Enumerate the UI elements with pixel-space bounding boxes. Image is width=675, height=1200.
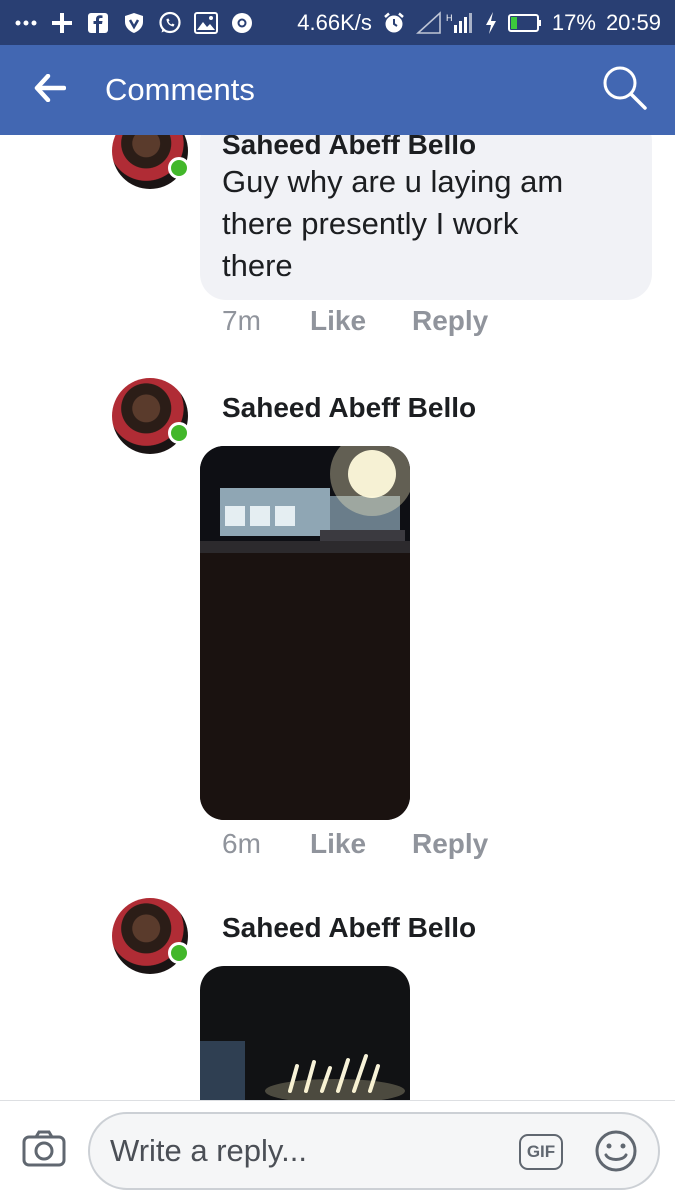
vpn-shield-icon [122, 11, 146, 35]
battery-icon [507, 11, 542, 35]
arrow-left-icon [34, 73, 67, 107]
reply-input[interactable] [110, 1132, 500, 1169]
back-button[interactable] [0, 45, 100, 135]
comment-actions: 7m Like Reply [222, 305, 488, 337]
battery-percent: 17% [551, 9, 596, 35]
more-icon [14, 11, 38, 35]
like-button[interactable]: Like [310, 828, 412, 860]
online-indicator [168, 422, 190, 444]
status-bar-right: 4.66K/s H 17% 20:59 [297, 10, 661, 36]
comment-time: 7m [222, 305, 261, 336]
alarm-icon [382, 11, 406, 35]
reply-button[interactable]: Reply [412, 305, 488, 337]
camera-button[interactable] [0, 1101, 88, 1200]
comment-text-line-1: Guy why are u laying am [222, 164, 564, 199]
comment-actions: 6m Like Reply [222, 828, 488, 860]
reply-button[interactable]: Reply [412, 828, 488, 860]
comment-author[interactable]: Saheed Abeff Bello [222, 392, 476, 424]
avatar[interactable] [112, 898, 190, 974]
app-bar: Comments [0, 45, 675, 135]
comment-time: 6m [222, 828, 261, 859]
facebook-icon [86, 11, 110, 35]
page-title: Comments [105, 72, 255, 107]
avatar[interactable] [112, 378, 190, 454]
comment-bubble[interactable]: Saheed Abeff Bello Guy why are u laying … [200, 135, 652, 300]
night-photo-image [200, 446, 410, 820]
smiley-icon [594, 1130, 638, 1177]
chrome-icon [230, 11, 254, 35]
comment-photo[interactable] [200, 966, 410, 1100]
svg-text:H: H [446, 13, 453, 23]
comments-list[interactable]: Saheed Abeff Bello Guy why are u laying … [0, 135, 675, 1100]
search-icon [602, 65, 648, 116]
charging-icon [484, 11, 498, 35]
comment-photo[interactable] [200, 446, 410, 820]
online-indicator [168, 157, 190, 179]
emoji-button[interactable] [594, 1129, 638, 1173]
whatsapp-icon [158, 11, 182, 35]
search-button[interactable] [575, 45, 675, 135]
comment-author[interactable]: Saheed Abeff Bello [222, 135, 630, 161]
gif-button[interactable]: GIF [519, 1133, 563, 1170]
reply-input-container: GIF [88, 1111, 660, 1190]
plus-icon [50, 11, 74, 35]
comment-author[interactable]: Saheed Abeff Bello [222, 912, 476, 944]
avatar[interactable] [112, 135, 190, 189]
like-button[interactable]: Like [310, 305, 412, 337]
clock: 20:59 [605, 9, 661, 35]
status-bar-left [14, 11, 254, 35]
comment-text-line-2: there presently I work [222, 206, 519, 241]
night-lights-photo-image [200, 966, 410, 1100]
comment-text-line-3: there [222, 248, 293, 283]
status-bar: 4.66K/s H 17% 20:59 [0, 0, 675, 45]
gallery-icon [194, 11, 218, 35]
network-speed: 4.66K/s [297, 9, 372, 35]
online-indicator [168, 942, 190, 964]
signal-icon: H [415, 10, 474, 35]
reply-bar: GIF [0, 1100, 675, 1200]
screen: 4.66K/s H 17% 20:59 Comments Saheed Abef… [0, 0, 675, 1200]
camera-icon [22, 1129, 66, 1172]
